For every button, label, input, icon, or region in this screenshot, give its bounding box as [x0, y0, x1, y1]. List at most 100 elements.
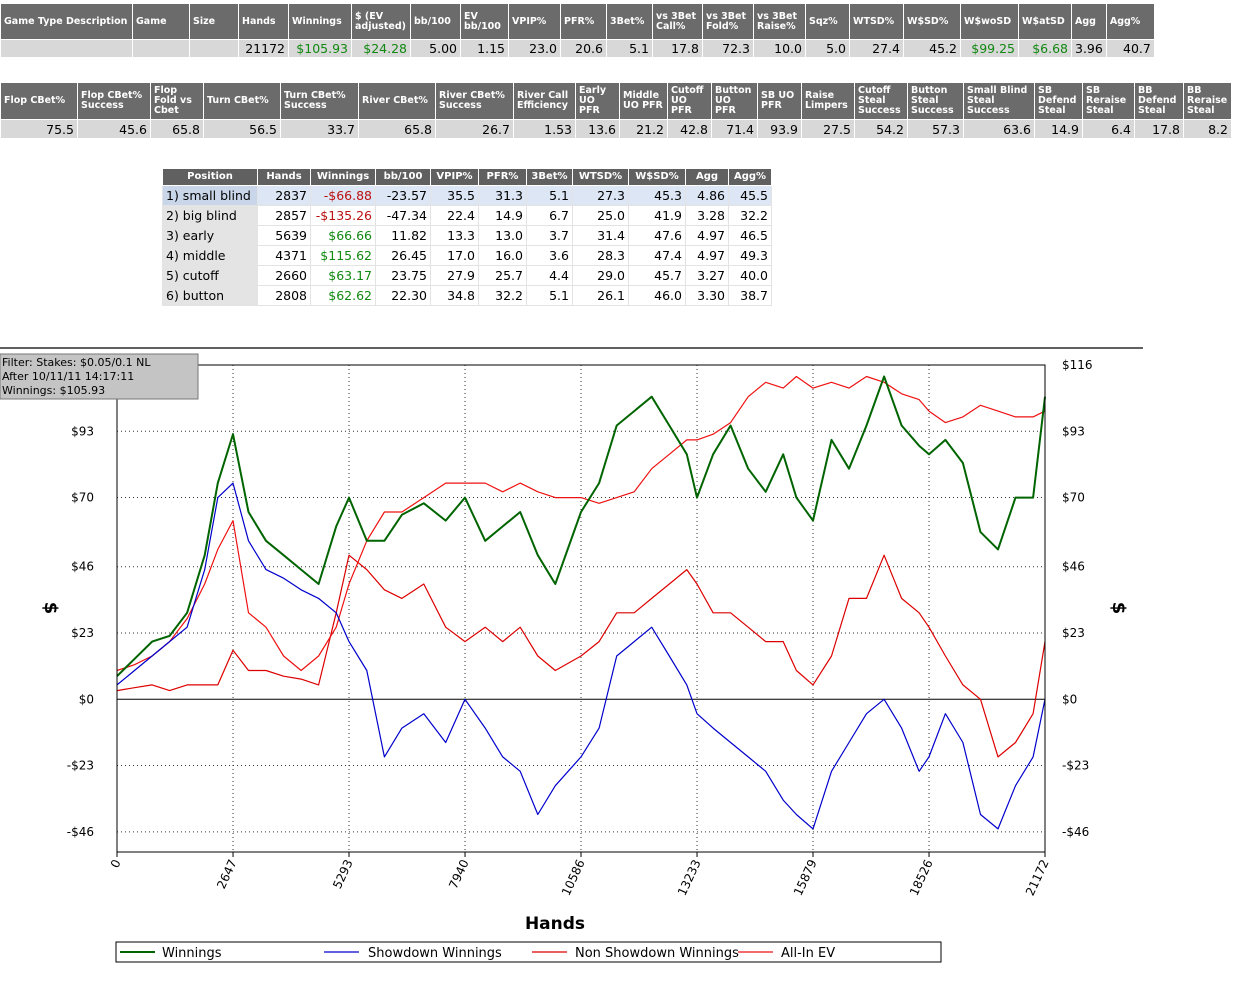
position-value-cell: $62.62	[310, 285, 376, 306]
cbet-header-cell: Turn CBet% Success	[280, 82, 359, 120]
position-row[interactable]: 3) early 5639 $66.66 11.82 13.3 13.0 3.7 31.4 47…	[162, 225, 772, 246]
position-value-cell: 31.3	[478, 185, 527, 206]
position-row[interactable]: 4) middle 4371 $115.62 26.45 17.0 16.0 3.6 28.3…	[162, 245, 772, 266]
y-tick-label-left: $23	[71, 626, 94, 640]
position-row[interactable]: 2) big blind 2857 -$135.26 -47.34 22.4 14.9 6.…	[162, 205, 772, 226]
summary-value-cell: $105.93	[288, 39, 352, 58]
cbet-header-cell: SB UO PFR	[757, 82, 802, 120]
position-value-cell: 22.30	[375, 285, 431, 306]
y-axis-label-left: $	[40, 602, 61, 615]
position-header-cell: bb/100	[375, 168, 431, 186]
position-value-cell: 32.2	[478, 285, 527, 306]
cbet-header-cell: Early UO PFR	[575, 82, 620, 120]
summary-value-cell: 21172	[238, 39, 289, 58]
cbet-header-cell: SB Defend Steal	[1034, 82, 1083, 120]
position-header-cell: Agg%	[728, 168, 772, 186]
summary-header-cell: WTSD%	[849, 3, 904, 40]
cbet-header-cell: River CBet%	[358, 82, 436, 120]
cbet-value-cell: 65.8	[358, 119, 436, 139]
cbet-value-cell: 93.9	[757, 119, 802, 139]
y-axis-ticks: $116$116$93$93$70$70$46$46$23$23$0$0-$23…	[63, 358, 1092, 839]
position-value-cell: 13.3	[430, 225, 479, 246]
cbet-value-cell: 54.2	[854, 119, 908, 139]
position-name-cell: 5) cutoff	[162, 265, 258, 286]
summary-header-cell: Hands	[238, 3, 289, 40]
summary-header-cell: PFR%	[560, 3, 607, 40]
cbet-value-cell: 26.7	[435, 119, 514, 139]
filter-info-box: Filter: Stakes: $0.05/0.1 NL After 10/11…	[0, 353, 199, 400]
chart-grid	[117, 365, 1045, 852]
summary-header-cell: bb/100	[410, 3, 461, 40]
position-value-cell: 46.5	[728, 225, 772, 246]
position-row[interactable]: 1) small blind 2837 -$66.88 -23.57 35.5 31.3 5…	[162, 185, 772, 206]
cbet-value-cell: 21.2	[619, 119, 668, 139]
position-value-cell: 25.7	[478, 265, 527, 286]
position-value-cell: 32.2	[728, 205, 772, 226]
position-value-cell: 34.8	[430, 285, 479, 306]
position-value-cell: 14.9	[478, 205, 527, 226]
summary-value-cell: 72.3	[702, 39, 754, 58]
position-value-cell: $63.17	[310, 265, 376, 286]
summary-header-cell: W$atSD	[1018, 3, 1072, 40]
position-stats-table: Position Hands Winnings bb/100 VPIP% PFR% 3Bet…	[162, 168, 772, 306]
position-value-cell: 45.5	[728, 185, 772, 206]
x-axis-ticks: 0 2647 5293 7940 10586 13233 15879 18526 21172	[108, 852, 1052, 898]
summary-value-cell: $24.28	[351, 39, 411, 58]
x-tick-label: 5293	[330, 857, 356, 891]
position-name-cell: 2) big blind	[162, 205, 258, 226]
cbet-header-cell: Button Steal Success	[907, 82, 964, 120]
cbet-value-cell: 75.5	[0, 119, 78, 139]
cbet-header-cell: BB Defend Steal	[1134, 82, 1184, 120]
position-value-cell: 2808	[257, 285, 311, 306]
summary-header-cell: Agg%	[1105, 3, 1155, 40]
position-value-cell: 47.4	[628, 245, 686, 266]
y-tick-label-left: -$23	[67, 759, 94, 773]
position-value-cell: 4.97	[685, 225, 729, 246]
cbet-value-cell: 45.6	[77, 119, 151, 139]
position-value-cell: $115.62	[310, 245, 376, 266]
y-tick-label-left: -$46	[67, 825, 94, 839]
summary-value-cell: 40.7	[1105, 39, 1155, 58]
position-value-cell: 27.3	[572, 185, 629, 206]
cbet-header-cell: Cutoff UO PFR	[667, 82, 712, 120]
summary-value-cell: 17.8	[652, 39, 703, 58]
summary-header-row: Game Type Description Game Size Hands Winnin…	[0, 3, 1155, 40]
y-tick-label-right: $46	[1062, 560, 1085, 574]
position-value-cell: -47.34	[375, 205, 431, 226]
summary-stats-table: Game Type Description Game Size Hands Winnin…	[0, 3, 1155, 58]
position-value-cell: 17.0	[430, 245, 479, 266]
x-axis-label: Hands	[525, 914, 585, 934]
position-name-cell: 1) small blind	[162, 185, 258, 206]
position-header-row: Position Hands Winnings bb/100 VPIP% PFR% 3Bet…	[162, 168, 772, 186]
position-value-cell: 3.27	[685, 265, 729, 286]
position-value-cell: 6.7	[526, 205, 573, 226]
position-value-cell: 4.97	[685, 245, 729, 266]
position-value-cell: 47.6	[628, 225, 686, 246]
position-value-cell: 31.4	[572, 225, 629, 246]
summary-header-cell: VPIP%	[508, 3, 561, 40]
summary-value-cell: 27.4	[849, 39, 904, 58]
cbet-value-cell: 8.2	[1183, 119, 1232, 139]
cbet-value-cell: 42.8	[667, 119, 712, 139]
summary-value-cell: 45.2	[903, 39, 961, 58]
y-tick-label-right: -$46	[1062, 825, 1089, 839]
position-row[interactable]: 5) cutoff 2660 $63.17 23.75 27.9 25.7 4.4 29.0 4…	[162, 265, 772, 286]
y-tick-label-right: $93	[1062, 424, 1085, 438]
cbet-value-cell: 1.53	[513, 119, 576, 139]
position-name-cell: 3) early	[162, 225, 258, 246]
cbet-header-cell: Flop CBet% Success	[77, 82, 151, 120]
position-row[interactable]: 6) button 2808 $62.62 22.30 34.8 32.2 5.1 26.1 4…	[162, 285, 772, 306]
summary-header-cell: vs 3Bet Fold%	[702, 3, 754, 40]
cbet-header-cell: SB Reraise Steal	[1082, 82, 1135, 120]
y-tick-label-right: -$23	[1062, 759, 1089, 773]
position-value-cell: 26.1	[572, 285, 629, 306]
cbet-value-cell: 14.9	[1034, 119, 1083, 139]
x-tick-label: 2647	[214, 857, 240, 891]
summary-value-cell: 5.00	[410, 39, 461, 58]
y-tick-label-right: $70	[1062, 491, 1085, 505]
summary-header-cell: EV bb/100	[460, 3, 509, 40]
position-value-cell: 27.9	[430, 265, 479, 286]
y-tick-label-left: $0	[79, 692, 94, 706]
position-value-cell: 4.86	[685, 185, 729, 206]
filter-info-line-3: Winnings: $105.93	[2, 384, 105, 397]
